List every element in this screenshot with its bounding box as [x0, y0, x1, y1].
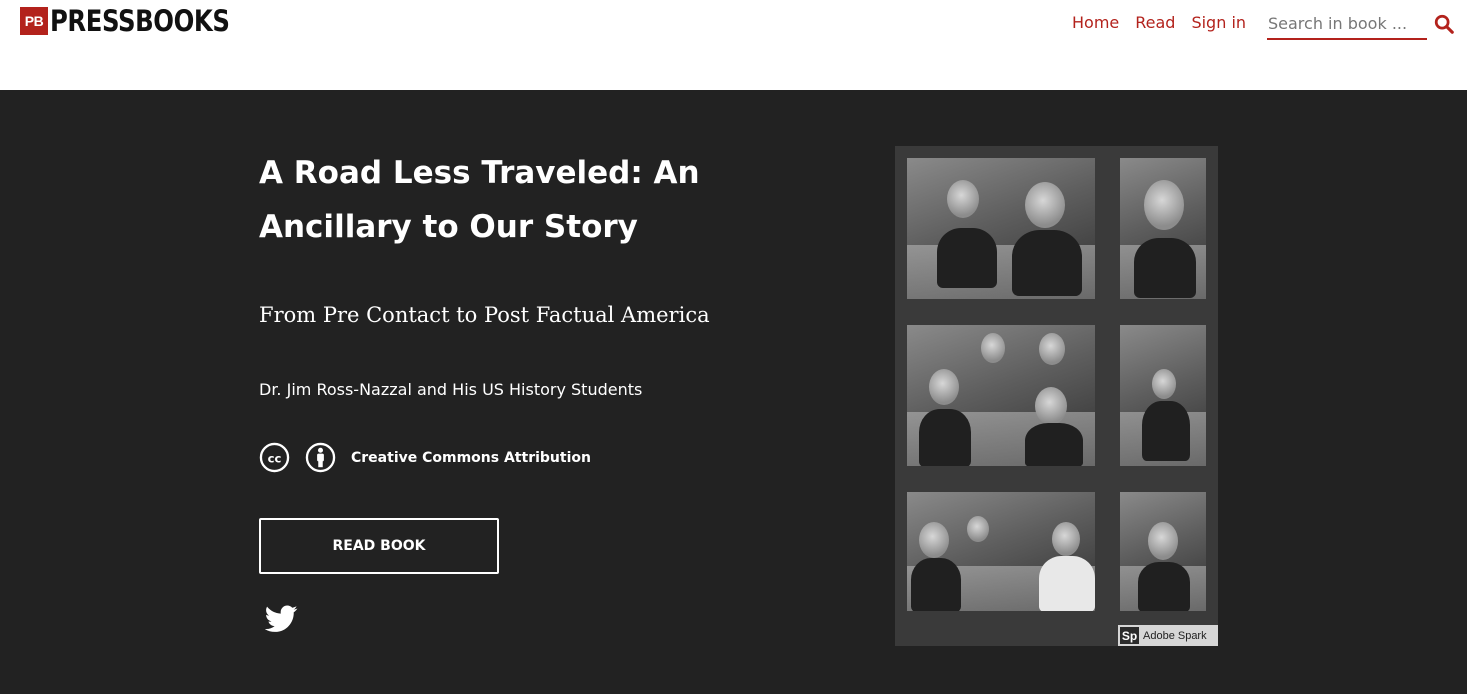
- book-cover[interactable]: Sp Adobe Spark: [895, 146, 1218, 646]
- license-info: cc Creative Commons Attribution: [259, 442, 591, 473]
- search-input[interactable]: [1267, 10, 1427, 36]
- twitter-icon[interactable]: [265, 605, 298, 633]
- cover-photo: [1120, 325, 1206, 466]
- nav-sign-in-link[interactable]: Sign in: [1191, 12, 1246, 34]
- pressbooks-logo[interactable]: PB PRESSBOOKS: [20, 6, 264, 36]
- spark-logo: Sp: [1120, 627, 1139, 644]
- cover-photo: [907, 325, 1095, 466]
- main-nav: Home Read Sign in: [1072, 12, 1262, 34]
- cover-photo: [1120, 492, 1206, 611]
- attribution-icon: [305, 442, 336, 473]
- logo-badge: PB: [20, 7, 48, 35]
- read-book-button[interactable]: READ BOOK: [259, 518, 499, 574]
- book-author: Dr. Jim Ross-Nazzal and His US History S…: [259, 380, 643, 399]
- book-subtitle: From Pre Contact to Post Factual America: [259, 303, 710, 327]
- logo-text: PRESSBOOKS: [50, 4, 230, 38]
- cc-icon: cc: [259, 442, 290, 473]
- cover-photo: [907, 158, 1095, 299]
- cover-photo: [1120, 158, 1206, 299]
- search-icon[interactable]: [1433, 13, 1455, 35]
- adobe-spark-badge: Sp Adobe Spark: [1118, 625, 1218, 646]
- license-label: Creative Commons Attribution: [351, 449, 591, 466]
- book-hero: A Road Less Traveled: An Ancillary to Ou…: [0, 90, 1467, 694]
- search-box: [1267, 10, 1427, 40]
- nav-home-link[interactable]: Home: [1072, 12, 1119, 34]
- site-header: PB PRESSBOOKS Home Read Sign in: [0, 0, 1467, 90]
- spark-label: Adobe Spark: [1143, 629, 1207, 642]
- nav-read-link[interactable]: Read: [1135, 12, 1175, 34]
- svg-text:cc: cc: [268, 451, 282, 465]
- book-title: A Road Less Traveled: An Ancillary to Ou…: [259, 155, 700, 245]
- cover-photo: [907, 492, 1095, 611]
